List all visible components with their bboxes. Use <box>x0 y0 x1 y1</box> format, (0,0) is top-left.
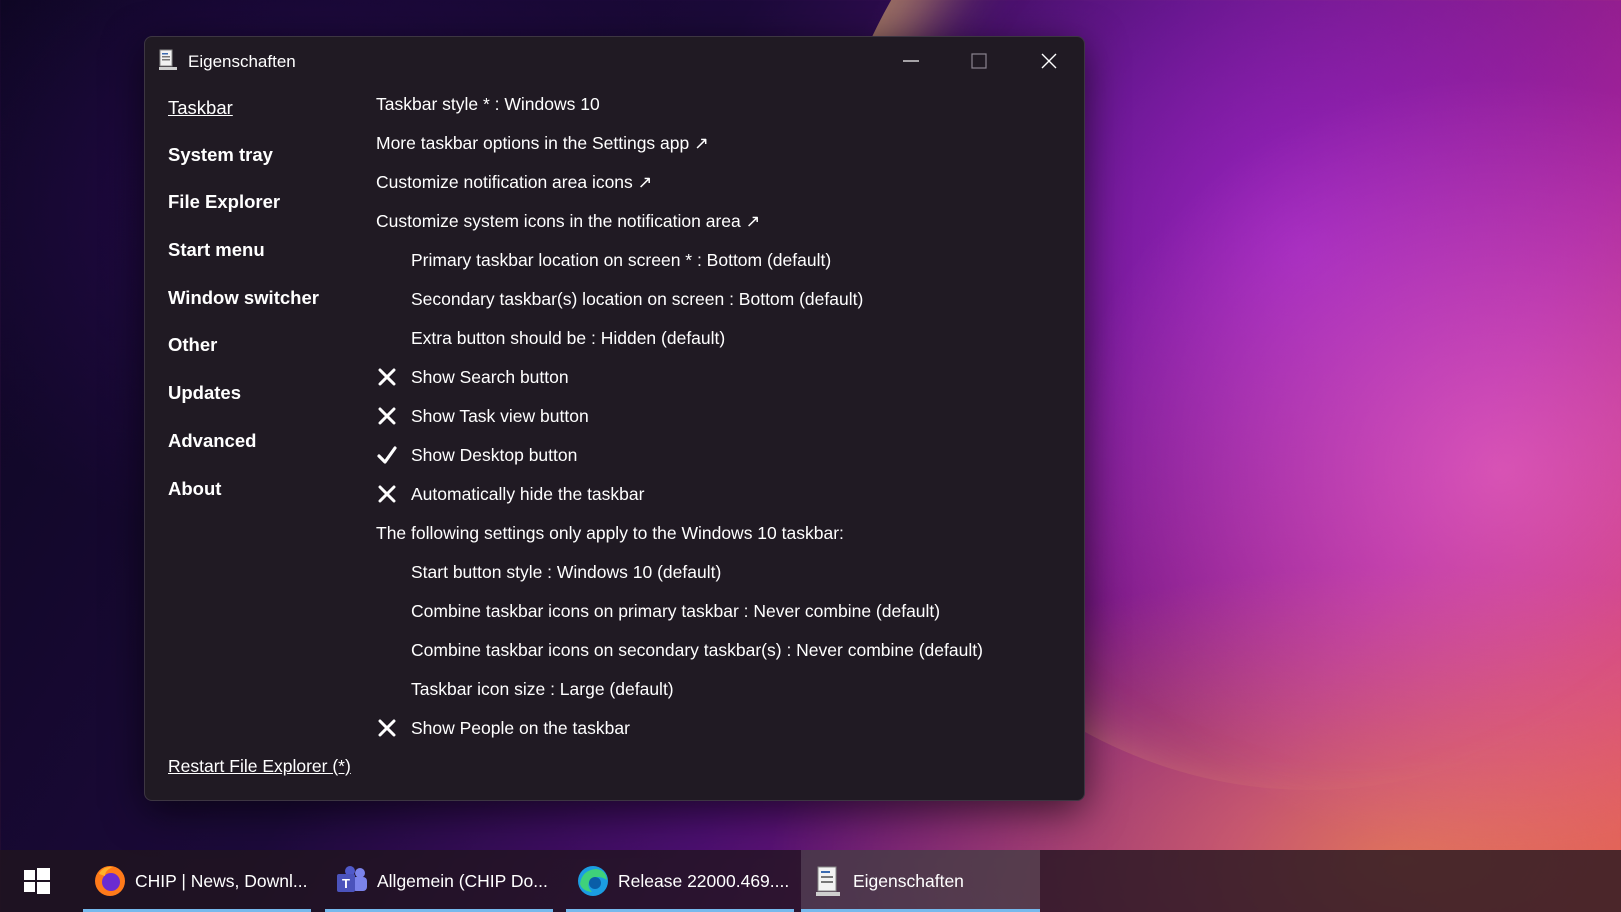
taskbar: CHIP | News, Downl... T Allgemein (CHIP … <box>0 850 1621 912</box>
sidebar-item-other[interactable]: Other <box>168 334 217 356</box>
sidebar-item-file-explorer[interactable]: File Explorer <box>168 191 280 213</box>
svg-text:T: T <box>342 876 350 891</box>
sidebar-item-system-tray[interactable]: System tray <box>168 144 273 166</box>
extra-button-setting[interactable]: Extra button should be : Hidden (default… <box>411 328 725 349</box>
close-icon <box>1041 53 1057 69</box>
taskbar-app-firefox[interactable]: CHIP | News, Downl... <box>83 850 311 912</box>
restart-file-explorer-link[interactable]: Restart File Explorer (*) <box>168 756 351 777</box>
combine-primary-icons-setting[interactable]: Combine taskbar icons on primary taskbar… <box>411 601 940 622</box>
windows10-settings-heading: The following settings only apply to the… <box>376 523 844 543</box>
cross-icon[interactable] <box>376 366 398 388</box>
properties-window: Eigenschaften Taskbar System tray File E… <box>144 36 1085 801</box>
close-button[interactable] <box>1018 41 1080 81</box>
sidebar-item-updates[interactable]: Updates <box>168 382 241 404</box>
taskbar-app-label: Allgemein (CHIP Do... <box>377 870 548 891</box>
sidebar-item-start-menu[interactable]: Start menu <box>168 239 265 261</box>
auto-hide-taskbar-toggle[interactable]: Automatically hide the taskbar <box>411 484 644 505</box>
sidebar-item-advanced[interactable]: Advanced <box>168 430 256 452</box>
sidebar-item-taskbar[interactable]: Taskbar <box>168 97 233 119</box>
taskbar-app-label: CHIP | News, Downl... <box>135 870 308 891</box>
show-people-toggle[interactable]: Show People on the taskbar <box>411 718 630 739</box>
more-taskbar-options-link[interactable]: More taskbar options in the Settings app… <box>376 133 709 154</box>
cross-icon[interactable] <box>376 717 398 739</box>
taskbar-app-eigenschaften[interactable]: Eigenschaften <box>801 850 1040 912</box>
maximize-button[interactable] <box>948 41 1010 81</box>
maximize-icon <box>971 53 987 69</box>
primary-taskbar-location-setting[interactable]: Primary taskbar location on screen * : B… <box>411 250 831 271</box>
minimize-icon <box>903 60 919 62</box>
taskbar-style-setting[interactable]: Taskbar style * : Windows 10 <box>376 94 600 115</box>
taskbar-app-teams[interactable]: T Allgemein (CHIP Do... <box>325 850 553 912</box>
windows-logo-icon <box>23 868 50 894</box>
start-button-style-setting[interactable]: Start button style : Windows 10 (default… <box>411 562 721 583</box>
customize-system-icons-link[interactable]: Customize system icons in the notificati… <box>376 211 760 232</box>
firefox-icon <box>95 866 125 896</box>
taskbar-app-label: Eigenschaften <box>853 870 964 891</box>
taskbar-app-label: Release 22000.469.... <box>618 870 790 891</box>
taskbar-icon-size-setting[interactable]: Taskbar icon size : Large (default) <box>411 679 674 700</box>
show-search-button-toggle[interactable]: Show Search button <box>411 367 569 388</box>
show-task-view-button-toggle[interactable]: Show Task view button <box>411 406 589 427</box>
taskbar-app-edge[interactable]: Release 22000.469.... <box>566 850 794 912</box>
properties-app-icon <box>816 866 840 896</box>
edge-icon <box>578 866 608 896</box>
window-title: Eigenschaften <box>188 52 296 71</box>
sidebar-item-window-switcher[interactable]: Window switcher <box>168 287 319 309</box>
cross-icon[interactable] <box>376 405 398 427</box>
start-button[interactable] <box>14 850 59 912</box>
minimize-button[interactable] <box>880 41 942 81</box>
checkmark-icon[interactable] <box>376 444 398 466</box>
sidebar-item-about[interactable]: About <box>168 478 221 500</box>
properties-app-icon <box>159 49 177 70</box>
cross-icon[interactable] <box>376 483 398 505</box>
teams-icon: T <box>337 866 367 892</box>
secondary-taskbar-location-setting[interactable]: Secondary taskbar(s) location on screen … <box>411 289 863 310</box>
show-desktop-button-toggle[interactable]: Show Desktop button <box>411 445 577 466</box>
customize-notification-icons-link[interactable]: Customize notification area icons ↗ <box>376 172 652 193</box>
combine-secondary-icons-setting[interactable]: Combine taskbar icons on secondary taskb… <box>411 640 983 661</box>
title-bar[interactable]: Eigenschaften <box>145 37 1084 85</box>
